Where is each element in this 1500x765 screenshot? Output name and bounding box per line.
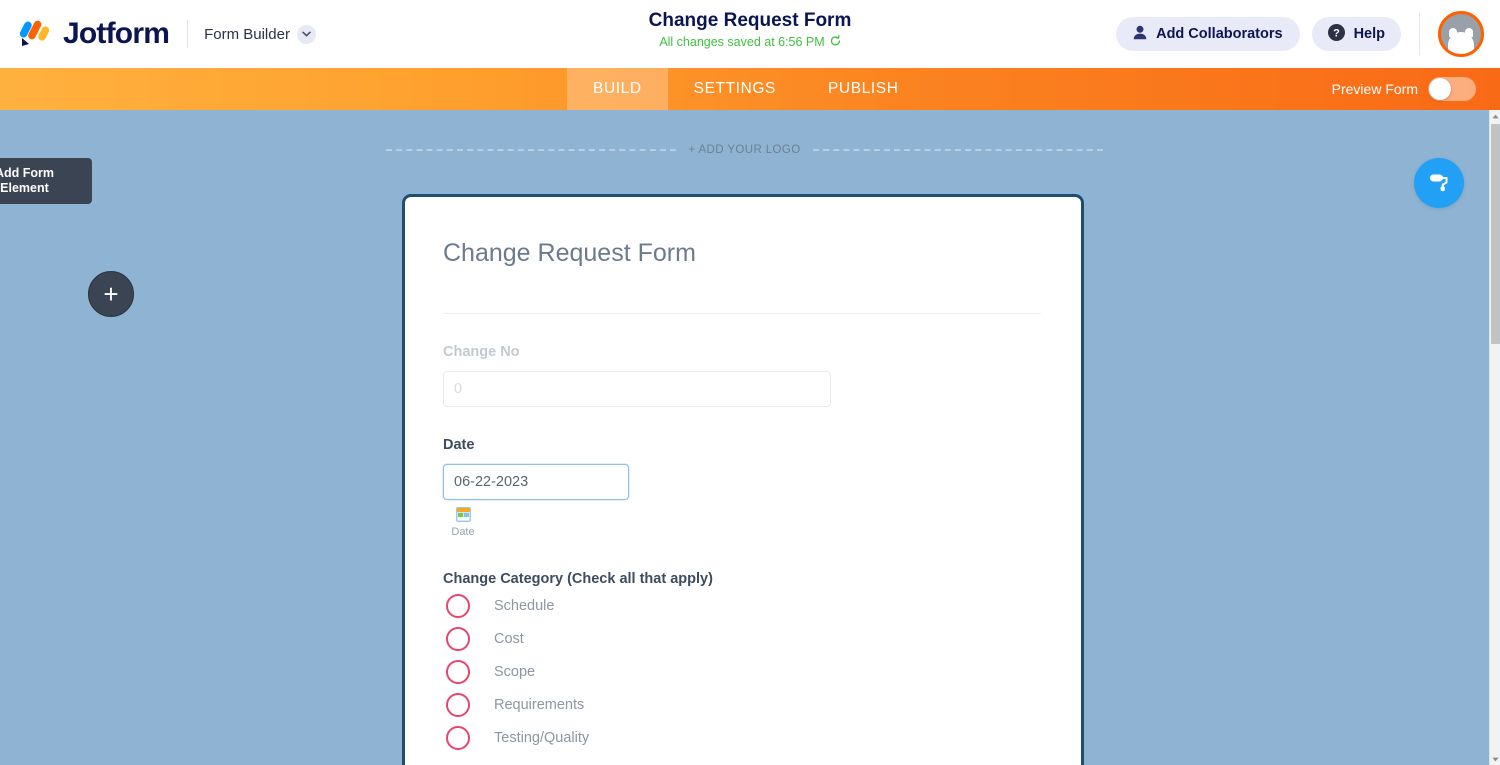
field-change-no[interactable]: Change No 0: [443, 342, 1041, 407]
builder-nav-bar: BUILD SETTINGS PUBLISH Preview Form: [0, 68, 1500, 110]
jotform-logo-icon[interactable]: [19, 19, 54, 49]
form-content: Change Request Form Change No 0 Date 06-…: [405, 197, 1081, 754]
logo-dashes-right: [812, 149, 1103, 151]
add-form-element-label: Add Form Element: [0, 166, 54, 195]
question-circle-icon: ?: [1327, 23, 1345, 45]
scroll-up-arrow-icon[interactable]: [1490, 110, 1500, 122]
date-sub-block: Date: [443, 507, 483, 539]
change-no-input[interactable]: 0: [443, 371, 831, 407]
checkbox-option-cost[interactable]: Cost: [443, 622, 1041, 655]
checkbox-option-scope[interactable]: Scope: [443, 655, 1041, 688]
field-date[interactable]: Date 06-22-2023 Date: [443, 435, 1041, 539]
field-change-category: Change Category (Check all that apply) S…: [443, 569, 1041, 754]
change-category-heading: Change Category (Check all that apply): [443, 571, 713, 587]
logo-wordmark[interactable]: Jotform: [63, 17, 170, 51]
top-header: Jotform Form Builder Change Request Form…: [0, 0, 1500, 68]
scroll-thumb[interactable]: [1491, 124, 1500, 344]
checkbox-circle-icon[interactable]: [446, 692, 470, 717]
tab-settings[interactable]: SETTINGS: [668, 68, 802, 110]
checkbox-label: Schedule: [494, 597, 555, 614]
save-status-text: All changes saved at 6:56 PM: [659, 35, 825, 49]
person-icon: [1133, 25, 1147, 44]
add-collaborators-button[interactable]: Add Collaborators: [1116, 17, 1300, 51]
add-form-element-button[interactable]: Add Form Element: [0, 158, 92, 204]
header-divider: [187, 20, 189, 48]
form-heading[interactable]: Change Request Form: [443, 237, 1041, 269]
form-designer-button[interactable]: [1414, 158, 1464, 208]
add-your-logo-button[interactable]: + ADD YOUR LOGO: [676, 144, 812, 156]
tab-build[interactable]: BUILD: [567, 68, 668, 110]
add-collaborators-label: Add Collaborators: [1156, 26, 1283, 42]
checkbox-circle-icon[interactable]: [446, 593, 470, 618]
form-card: Change Request Form Change No 0 Date 06-…: [402, 194, 1084, 765]
field-change-no-label: Change No: [443, 344, 520, 360]
avatar[interactable]: [1438, 11, 1484, 57]
calendar-icon-cell-white: [457, 517, 469, 520]
field-date-label: Date: [443, 437, 475, 453]
checkbox-circle-icon[interactable]: [446, 659, 470, 684]
svg-text:?: ?: [1333, 27, 1340, 39]
header-actions-divider: [1419, 13, 1420, 55]
undo-icon[interactable]: [830, 33, 841, 51]
brand-area: Jotform Form Builder: [0, 17, 316, 51]
checkbox-label: Testing/Quality: [494, 729, 590, 746]
save-status: All changes saved at 6:56 PM: [659, 33, 840, 51]
form-canvas: Add Form Element + + ADD YOUR LOGO Chang…: [0, 110, 1489, 765]
checkbox-option-testing-quality[interactable]: Testing/Quality: [443, 721, 1041, 754]
paint-roller-icon: [1426, 168, 1452, 199]
form-heading-divider: [443, 313, 1041, 314]
checkbox-circle-icon[interactable]: [446, 626, 470, 651]
page-scrollbar[interactable]: [1489, 110, 1500, 765]
checkbox-label: Requirements: [494, 696, 585, 713]
date-sub-label: Date: [451, 526, 475, 538]
toggle-knob: [1429, 78, 1451, 100]
checkbox-label: Cost: [494, 630, 524, 647]
logo-dashes-left: [386, 149, 677, 151]
builder-tabs: BUILD SETTINGS PUBLISH: [567, 68, 925, 110]
chevron-down-icon[interactable]: [296, 24, 316, 44]
add-form-element-plus-button[interactable]: +: [88, 271, 134, 317]
product-menu-label: Form Builder: [204, 25, 290, 43]
checkbox-option-requirements[interactable]: Requirements: [443, 688, 1041, 721]
preview-form-control[interactable]: Preview Form: [1332, 68, 1476, 110]
header-actions: Add Collaborators ? Help: [1116, 0, 1500, 68]
tab-publish[interactable]: PUBLISH: [802, 68, 925, 110]
preview-form-toggle[interactable]: [1428, 77, 1476, 101]
calendar-icon-top: [456, 508, 470, 512]
product-menu[interactable]: Form Builder: [204, 24, 316, 44]
date-input[interactable]: 06-22-2023: [443, 464, 629, 500]
jotform-form-builder-app: Jotform Form Builder Change Request Form…: [0, 0, 1500, 765]
scroll-down-arrow-icon[interactable]: [1490, 753, 1500, 765]
add-logo-strip: + ADD YOUR LOGO: [0, 144, 1489, 156]
help-button[interactable]: ? Help: [1311, 17, 1401, 51]
checkbox-option-schedule[interactable]: Schedule: [443, 589, 1041, 622]
preview-form-label: Preview Form: [1331, 81, 1418, 97]
calendar-icon[interactable]: [455, 507, 471, 522]
checkbox-circle-icon[interactable]: [446, 725, 470, 750]
checkbox-label: Scope: [494, 663, 536, 680]
avatar-silhouette: [1448, 28, 1474, 54]
help-label: Help: [1353, 26, 1385, 42]
